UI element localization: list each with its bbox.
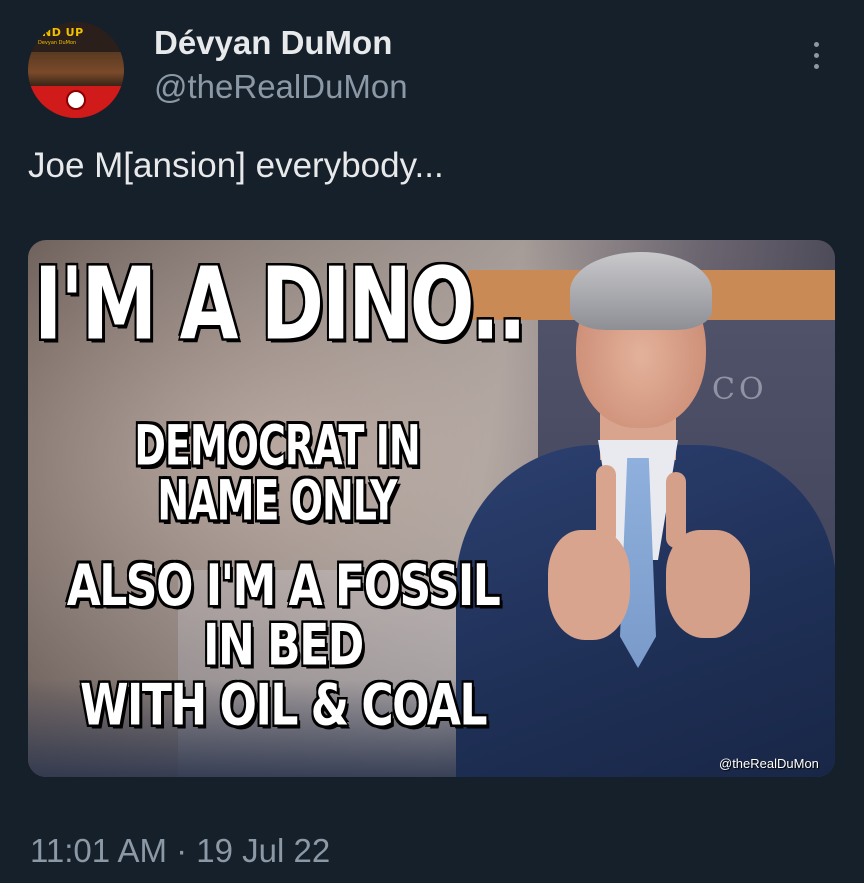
avatar-photo (28, 52, 124, 86)
avatar-seal-icon (66, 90, 86, 110)
meme-line-3: ALSO I'M A FOSSIL (66, 552, 502, 620)
tweet-text: Joe M[ansion] everybody... (28, 146, 444, 185)
more-dot (813, 53, 819, 58)
author-display-name[interactable]: Dévyan DuMon (154, 24, 392, 62)
author-handle[interactable]: @theRealDuMon (154, 68, 408, 106)
meme-line-2: NAME ONLY (156, 468, 398, 533)
more-dot (813, 64, 819, 69)
meme-line-1: DEMOCRAT IN (133, 413, 421, 478)
more-options-button[interactable] (806, 42, 826, 76)
avatar[interactable]: ND UP Devyan DuMon (28, 22, 124, 118)
avatar-sub-text: Devyan DuMon (38, 40, 77, 46)
media-watermark: @theRealDuMon (719, 756, 819, 771)
person-hair (570, 252, 712, 330)
tweet-timestamp[interactable]: 11:01 AM · 19 Jul 22 (30, 832, 330, 870)
avatar-logo-text: ND UP (42, 26, 84, 39)
person-right-hand (666, 530, 750, 638)
meme-title: I'M A DINO.. (33, 244, 528, 363)
meme-line-4: IN BED (202, 612, 365, 679)
more-vertical-icon (813, 42, 819, 47)
meme-line-5: WITH OIL & COAL (79, 672, 488, 739)
meme-subtitle: DEMOCRAT IN NAME ONLY (122, 413, 432, 533)
tweet-media-image[interactable]: CO I'M A DINO.. DEMOCRAT IN NAME ONLY AL… (28, 240, 835, 777)
person-left-hand (548, 530, 630, 640)
meme-caption: ALSO I'M A FOSSIL IN BED WITH OIL & COAL (38, 552, 528, 739)
